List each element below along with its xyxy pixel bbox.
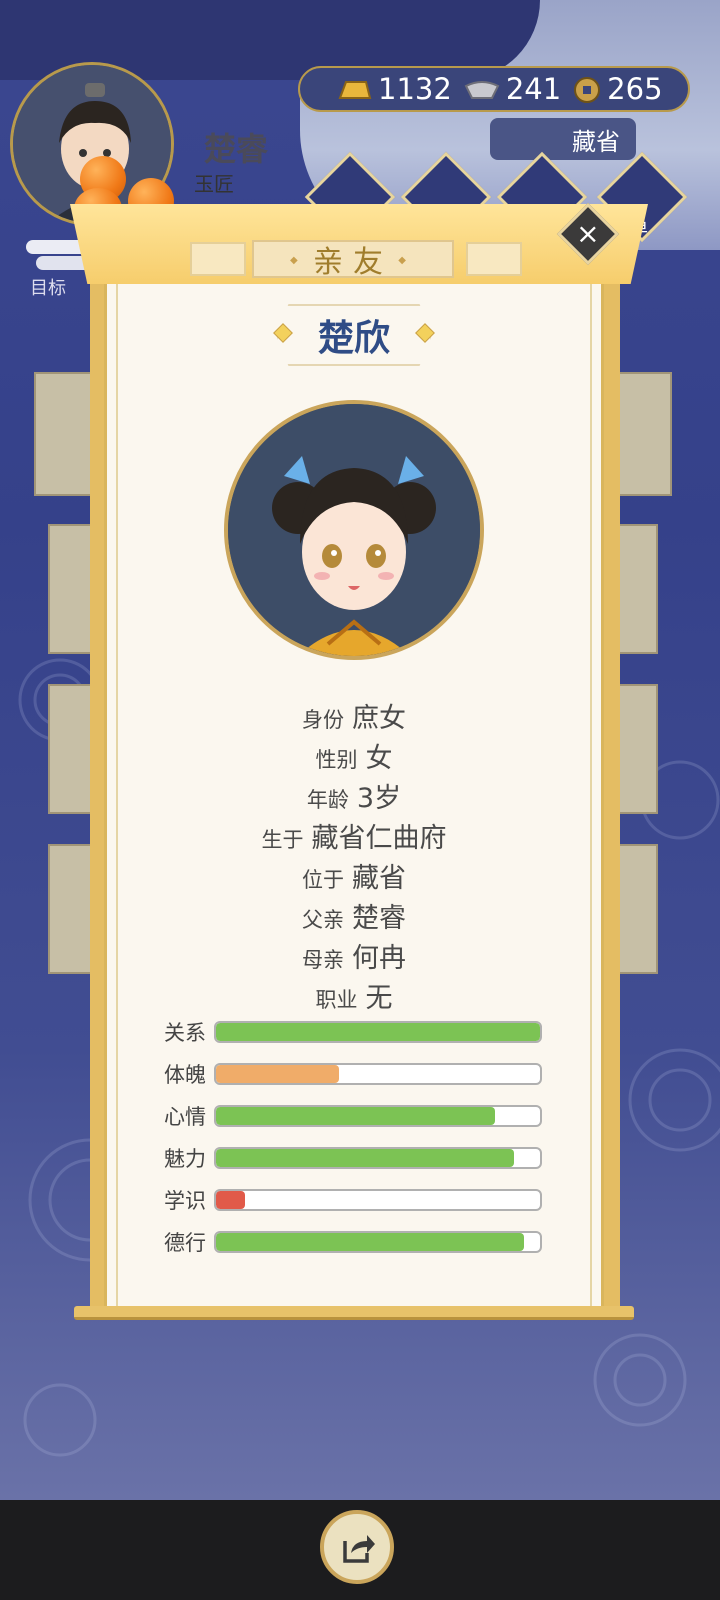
background-card xyxy=(48,684,96,814)
info-value: 无 xyxy=(365,983,393,1014)
stat-label: 心情 xyxy=(164,1105,206,1129)
close-icon: × xyxy=(576,217,600,250)
stat-label: 魅力 xyxy=(164,1147,206,1171)
info-value: 藏省 xyxy=(352,863,406,894)
header-ornament-right xyxy=(466,242,522,276)
info-label: 年龄 xyxy=(306,788,349,812)
stat-mood: 心情 xyxy=(164,1103,542,1129)
stat-knowledge: 学识 xyxy=(164,1187,542,1213)
stat-fill xyxy=(216,1191,246,1209)
silver-value: 241 xyxy=(505,72,562,106)
region-button-label: 藏省 xyxy=(572,127,620,156)
player-job: 玉匠 xyxy=(194,172,234,196)
stat-fill xyxy=(216,1233,524,1251)
silver-ingot-icon xyxy=(464,76,500,102)
info-value: 楚睿 xyxy=(352,903,406,934)
stat-label: 学识 xyxy=(164,1189,206,1213)
stat-charm: 魅力 xyxy=(164,1145,542,1171)
stat-bar xyxy=(214,1063,542,1085)
stat-bar xyxy=(214,1147,542,1169)
stat-bar xyxy=(214,1189,542,1211)
person-portrait xyxy=(224,400,484,660)
info-value: 藏省仁曲府 xyxy=(311,823,447,854)
stat-bar xyxy=(214,1021,542,1043)
modal-title: 亲友 xyxy=(252,240,454,280)
info-value: 3岁 xyxy=(356,783,402,814)
background-card xyxy=(48,524,96,654)
stat-bar xyxy=(214,1105,542,1127)
stat-label: 关系 xyxy=(164,1021,206,1045)
stat-relationship: 关系 xyxy=(164,1019,542,1045)
info-gender: 性别女 xyxy=(104,736,604,775)
info-label: 位于 xyxy=(302,868,344,892)
person-name: 楚欣 xyxy=(276,304,432,366)
info-birthplace: 生于 藏省仁曲府 xyxy=(104,816,604,855)
stat-label: 德行 xyxy=(164,1231,206,1255)
stat-bar xyxy=(214,1231,542,1253)
background-card xyxy=(614,524,658,654)
modal-bottom-rod xyxy=(74,1306,634,1320)
info-label: 性别 xyxy=(315,748,358,772)
copper-coin-icon xyxy=(573,76,601,103)
stat-fill xyxy=(216,1107,495,1125)
share-button[interactable] xyxy=(320,1510,394,1584)
share-icon xyxy=(343,1535,375,1563)
info-occupation: 职业无 xyxy=(104,976,604,1015)
background-card xyxy=(34,372,94,496)
gold-ingot-icon xyxy=(336,76,372,102)
player-name: 楚睿 xyxy=(204,130,269,168)
info-identity: 身份 庶女 xyxy=(104,696,604,735)
info-value: 女 xyxy=(365,743,393,774)
header-ornament-left xyxy=(190,242,246,276)
background-card xyxy=(614,844,658,974)
gold-value: 1132 xyxy=(378,72,452,106)
info-label: 生于 xyxy=(261,828,304,852)
info-location: 位于 藏省 xyxy=(104,856,604,895)
girl-portrait-icon xyxy=(228,404,480,656)
info-mother: 母亲 何冉 xyxy=(104,936,604,975)
stat-fill xyxy=(216,1023,540,1041)
stat-label: 体魄 xyxy=(164,1063,206,1087)
copper-value: 265 xyxy=(607,72,663,106)
goal-label[interactable]: 目标 xyxy=(30,274,66,300)
info-label: 职业 xyxy=(315,988,358,1012)
info-father: 父亲 楚睿 xyxy=(104,896,604,935)
stat-physique: 体魄 xyxy=(164,1061,542,1087)
region-button[interactable]: 藏省 xyxy=(490,118,636,160)
background-card xyxy=(614,684,658,814)
background-card xyxy=(48,844,96,974)
stat-fill xyxy=(216,1149,515,1167)
info-value: 何冉 xyxy=(352,943,406,974)
stat-virtue: 德行 xyxy=(164,1229,542,1255)
background-card xyxy=(614,372,672,496)
info-label: 母亲 xyxy=(302,948,344,972)
info-label: 父亲 xyxy=(302,908,344,932)
info-age: 年龄 3岁 xyxy=(104,776,604,815)
stat-fill xyxy=(216,1065,340,1083)
info-value: 庶女 xyxy=(352,703,406,734)
currency-bar: 1132 241 265 xyxy=(298,66,690,112)
info-label: 身份 xyxy=(302,708,344,732)
